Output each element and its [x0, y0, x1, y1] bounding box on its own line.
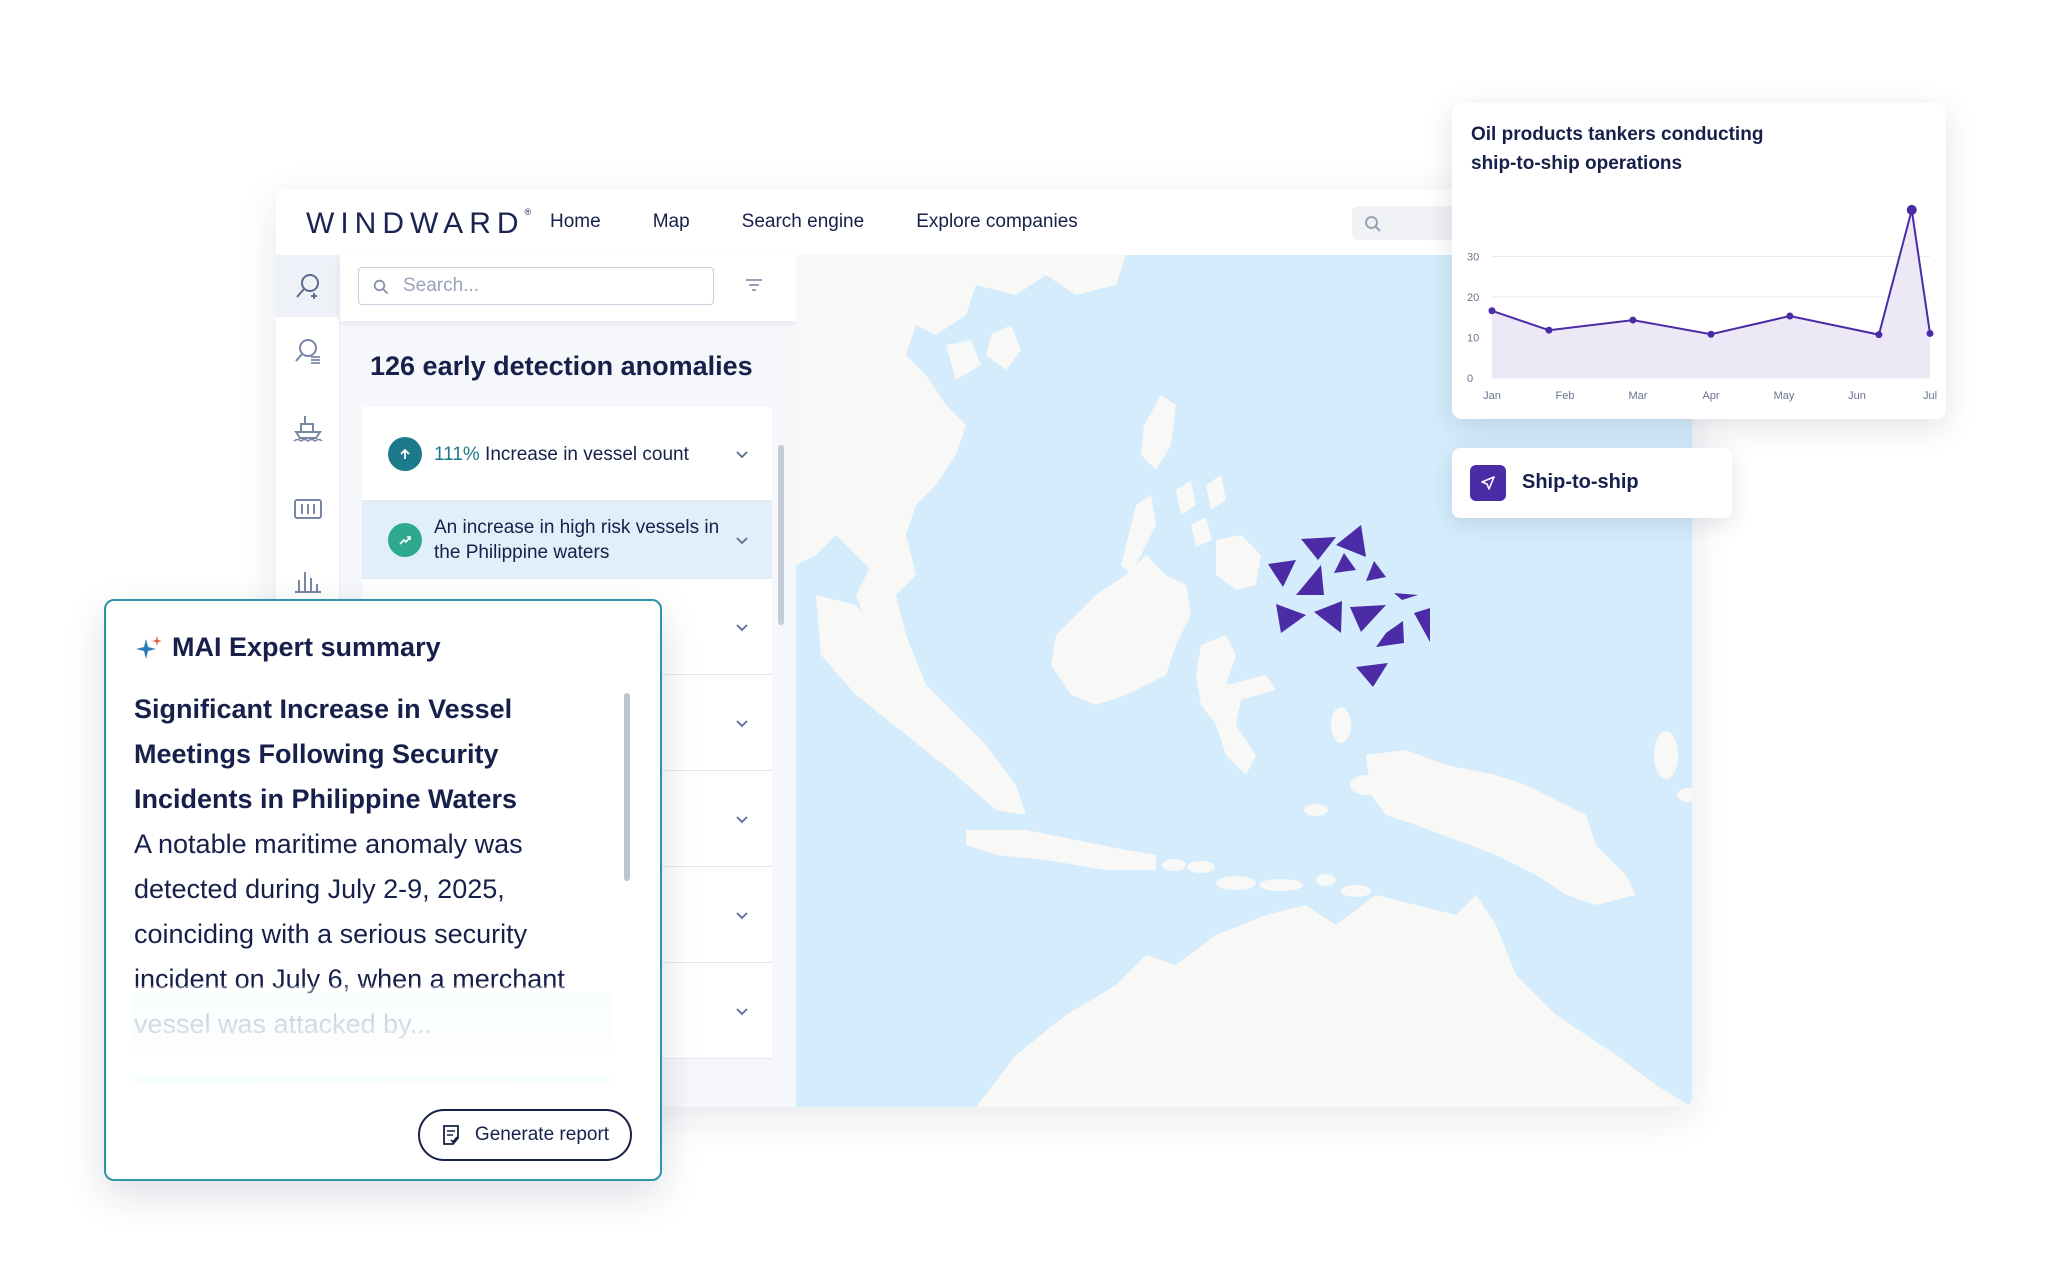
chevron-down-icon[interactable] — [734, 619, 750, 635]
chevron-down-icon[interactable] — [734, 715, 750, 731]
x-tick-label: Feb — [1556, 390, 1575, 402]
ship-icon — [293, 416, 323, 442]
ship-to-ship-label: Ship-to-ship — [1522, 471, 1639, 493]
search-list-icon — [295, 339, 320, 364]
bar-chart-icon — [295, 572, 321, 593]
nav-explore-companies[interactable]: Explore companies — [916, 211, 1078, 233]
vessel-marker — [1268, 560, 1296, 587]
anomaly-item-text: Increase in vessel count — [479, 444, 689, 465]
x-tick-label: Jun — [1848, 390, 1866, 402]
vessel-marker — [1276, 604, 1306, 633]
chevron-down-icon[interactable] — [734, 1003, 750, 1019]
line-chart: 0 10 20 30 Jan Feb Mar Apr May Jun Jul — [1467, 204, 1937, 402]
anomaly-item-label: 111% Increase in vessel count — [434, 442, 689, 467]
vessel-marker — [1301, 537, 1336, 560]
percent-highlight: 111% — [434, 444, 480, 465]
vessel-marker — [1366, 561, 1386, 581]
ship-to-ship-button[interactable]: Ship-to-ship — [1452, 448, 1732, 518]
x-tick-label: Jan — [1483, 390, 1501, 402]
anomaly-item-high-risk[interactable]: An increase in high risk vessels in the … — [362, 501, 772, 579]
vessel-marker — [1394, 593, 1418, 600]
chevron-down-icon[interactable] — [734, 446, 750, 462]
summary-heading: Significant Increase in Vessel Meetings … — [134, 694, 518, 814]
cursor-icon — [1470, 465, 1506, 501]
nav-map[interactable]: Map — [653, 211, 690, 233]
data-point — [1926, 329, 1934, 337]
logo-mark: ® — [524, 207, 532, 217]
chevron-down-icon[interactable] — [734, 532, 750, 548]
data-point — [1875, 331, 1883, 339]
anomaly-search-field[interactable] — [358, 267, 714, 305]
anomalies-count-title: 126 early detection anomalies — [370, 351, 753, 381]
data-point — [1629, 316, 1637, 324]
x-tick-label: Mar — [1629, 390, 1648, 402]
search-icon — [373, 279, 389, 295]
vessel-marker — [1350, 605, 1386, 632]
vessel-marker — [1296, 565, 1324, 595]
data-point — [1786, 312, 1794, 320]
chevron-down-icon[interactable] — [734, 811, 750, 827]
report-icon — [443, 1125, 459, 1145]
chevron-down-icon[interactable] — [734, 907, 750, 923]
data-point — [1488, 307, 1496, 315]
nav-search-engine[interactable]: Search engine — [742, 211, 865, 233]
main-nav: Home Map Search engine Explore companies — [550, 189, 1078, 255]
y-tick-label: 30 — [1467, 252, 1479, 264]
vessel-marker — [1356, 663, 1388, 687]
rail-anomaly-search[interactable] — [276, 255, 340, 317]
summary-header: MAI Expert summary — [134, 632, 441, 663]
vessel-marker — [1336, 525, 1366, 557]
summary-scrollbar[interactable] — [624, 693, 630, 881]
series-line — [1491, 209, 1931, 336]
x-tick-label: May — [1774, 390, 1795, 402]
anomaly-item-text: An increase in high risk vessels in the … — [434, 517, 720, 563]
vessel-marker — [1414, 608, 1430, 642]
series-area — [1492, 209, 1930, 378]
rail-analytics[interactable] — [290, 561, 326, 597]
nav-home[interactable]: Home — [550, 211, 601, 233]
logo-text: WINDWARD — [306, 207, 525, 240]
generate-report-label: Generate report — [474, 1124, 610, 1145]
container-icon — [294, 499, 322, 519]
search-icon — [1365, 216, 1381, 232]
x-tick-label: Apr — [1702, 390, 1719, 402]
anomaly-search-input[interactable] — [403, 274, 693, 298]
anomaly-item-vessel-count[interactable]: 111% Increase in vessel count — [362, 407, 772, 501]
data-point — [1707, 330, 1715, 338]
vessel-marker — [1376, 621, 1404, 647]
data-point — [1545, 326, 1553, 334]
y-tick-label: 20 — [1467, 292, 1479, 304]
windward-logo[interactable]: WINDWARD® — [306, 207, 531, 241]
vessel-marker — [1314, 601, 1342, 633]
vessel-cluster[interactable] — [1268, 525, 1430, 687]
search-plus-icon — [296, 274, 319, 299]
trend-up-icon — [388, 523, 422, 557]
y-tick-label: 0 — [1467, 373, 1473, 385]
rail-vessels[interactable] — [290, 409, 326, 445]
filter-icon[interactable] — [742, 273, 766, 297]
vessel-marker — [1334, 553, 1356, 573]
panel-scrollbar[interactable] — [778, 445, 784, 625]
sparkle-icon — [136, 635, 162, 659]
rail-containers[interactable] — [290, 491, 326, 527]
generate-report-button[interactable]: Generate report — [418, 1109, 632, 1161]
rail-search-list[interactable] — [290, 333, 326, 369]
summary-title: MAI Expert summary — [172, 632, 441, 662]
y-tick-label: 10 — [1467, 333, 1479, 345]
text-fade — [106, 986, 646, 1076]
data-point — [1906, 204, 1917, 215]
mai-summary-card: MAI Expert summary Significant Increase … — [104, 599, 662, 1181]
arrow-up-icon — [388, 437, 422, 471]
sts-chart-card: Oil products tankers conducting ship-to-… — [1452, 103, 1946, 419]
x-tick-label: Jul — [1923, 390, 1937, 402]
